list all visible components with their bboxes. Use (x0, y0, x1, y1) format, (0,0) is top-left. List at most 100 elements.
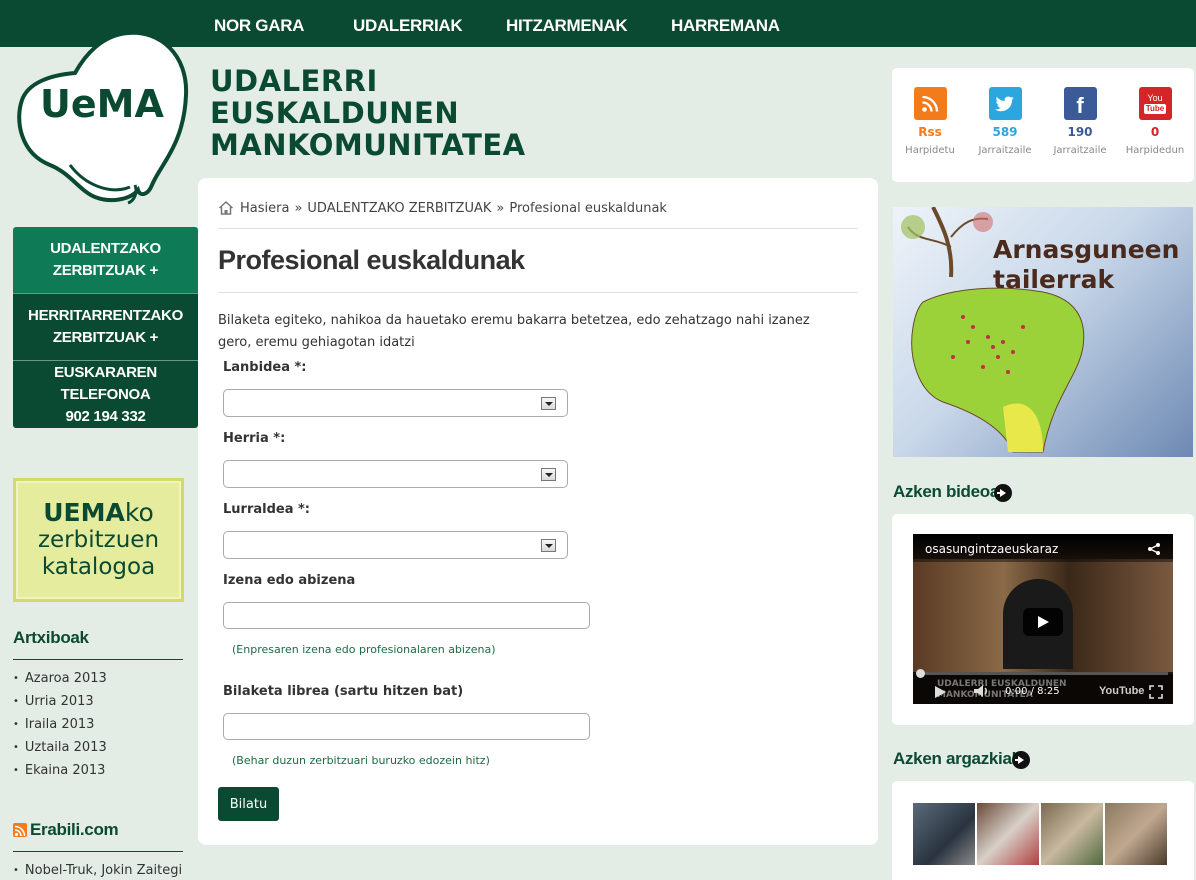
erabili-list: Nobel-Truk, Jokin Zaitegi (13, 863, 182, 880)
divider (218, 228, 858, 229)
nav-nor-gara[interactable]: NOR GARA (214, 16, 304, 36)
progress-handle[interactable] (916, 669, 925, 678)
volume-icon[interactable] (973, 684, 991, 698)
site-title-line: MANKOMUNITATEA (210, 128, 526, 162)
site-title-line: EUSKALDUNEN (210, 96, 460, 130)
archive-link[interactable]: Azaroa 2013 (13, 671, 107, 694)
librea-input[interactable] (223, 713, 590, 740)
archive-link[interactable]: Uztaila 2013 (13, 740, 107, 763)
fullscreen-icon[interactable] (1149, 685, 1163, 699)
social-label: Harpidetu (905, 145, 955, 156)
social-count: 589 (992, 125, 1018, 139)
logo-text: UeMA (40, 82, 164, 126)
chevron-down-icon (541, 397, 556, 410)
progress-bar[interactable] (918, 672, 1168, 675)
lanbidea-label: Lanbidea *: (223, 360, 307, 375)
banner-title-line: tailerrak (993, 265, 1115, 294)
catalog-line-1: UEMAko (43, 499, 154, 527)
izena-hint: (Enpresaren izena edo profesionalaren ab… (232, 643, 496, 656)
archive-link[interactable]: Iraila 2013 (13, 717, 107, 740)
librea-hint: (Behar duzun zerbitzuari buruzko edozein… (232, 754, 490, 767)
latest-photos-heading: Azken argazkiak (893, 749, 1021, 768)
site-title-line: UDALERRI (210, 64, 378, 98)
rss-icon (13, 823, 27, 837)
search-button[interactable]: Bilatu (218, 787, 279, 821)
menu-udalentzako-zerbitzuak[interactable]: UDALENTZAKO ZERBITZUAK + (13, 227, 198, 294)
social-label: Jarraitzaile (978, 145, 1032, 156)
breadcrumb-separator: » (496, 200, 505, 216)
arrow-right-circle-icon[interactable] (994, 484, 1012, 502)
social-count: 190 (1067, 125, 1093, 139)
social-rss[interactable]: Rss Harpidetu (890, 87, 970, 156)
left-menu: UDALENTZAKO ZERBITZUAK + HERRITARRENTZAK… (13, 227, 198, 428)
breadcrumb-separator: » (294, 200, 303, 216)
herria-label: Herria *: (223, 431, 286, 446)
archives-list: Azaroa 2013 Urria 2013 Iraila 2013 Uztai… (13, 671, 107, 786)
youtube-logo[interactable]: YouTube (1099, 685, 1144, 697)
photo-thumbnail[interactable] (913, 803, 975, 865)
play-icon[interactable] (935, 686, 946, 698)
breadcrumb-current: Profesional euskaldunak (509, 200, 667, 216)
arrow-right-circle-icon[interactable] (1012, 751, 1030, 769)
nav-hitzarmenak[interactable]: HITZARMENAK (506, 16, 628, 36)
youtube-icon: You Tube (1138, 87, 1172, 120)
social-label: Jarraitzaile (1053, 145, 1107, 156)
librea-label: Bilaketa librea (sartu hitzen bat) (223, 684, 464, 699)
social-count: 0 (1150, 125, 1160, 139)
lurraldea-select[interactable] (223, 531, 568, 559)
archive-link[interactable]: Urria 2013 (13, 694, 107, 717)
photos-box (892, 781, 1194, 880)
nav-udalerriak[interactable]: UDALERRIAK (353, 16, 463, 36)
menu-euskararen-telefonoa[interactable]: EUSKARAREN TELEFONOA 902 194 332 (13, 361, 198, 428)
archive-link[interactable]: Ekaina 2013 (13, 763, 107, 786)
social-youtube[interactable]: You Tube 0 Harpidedun (1115, 87, 1195, 156)
video-title[interactable]: osasungintzaeuskaraz (925, 542, 1058, 556)
photo-thumbnail[interactable] (1041, 803, 1103, 865)
chevron-down-icon (541, 539, 556, 552)
banner-title: Arnasguneen tailerrak (993, 235, 1179, 295)
main-content: Hasiera » UDALENTZAKO ZERBITZUAK » Profe… (198, 178, 878, 845)
herria-select[interactable] (223, 460, 568, 488)
catalog-banner[interactable]: UEMAko zerbitzuen katalogoa (13, 478, 184, 602)
izena-label: Izena edo abizena (223, 573, 356, 588)
lurraldea-label: Lurraldea *: (223, 502, 311, 517)
nav-harremana[interactable]: HARREMANA (671, 16, 780, 36)
site-title: UDALERRI EUSKALDUNEN MANKOMUNITATEA (210, 65, 526, 161)
uema-logo-graphic: UeMA (17, 30, 189, 205)
breadcrumb-home[interactable]: Hasiera (240, 201, 289, 216)
social-count: Rss (918, 125, 942, 139)
arnasguneen-banner[interactable]: Arnasguneen tailerrak (893, 207, 1193, 457)
photo-thumbnail[interactable] (1105, 803, 1167, 865)
izena-input[interactable] (223, 602, 590, 629)
photo-thumbnail[interactable] (977, 803, 1039, 865)
rss-icon (913, 87, 947, 120)
twitter-icon (988, 87, 1022, 120)
social-label: Harpidedun (1125, 145, 1185, 156)
play-icon (1038, 616, 1049, 628)
intro-text: Bilaketa egiteko, nahikoa da hauetako er… (218, 313, 810, 350)
divider (218, 292, 858, 293)
video-box: osasungintzaeuskaraz UDALERRI EUSKALDUNE… (892, 514, 1194, 725)
chevron-down-icon (541, 468, 556, 481)
site-logo[interactable]: UeMA (10, 25, 190, 210)
divider (13, 851, 183, 852)
share-icon[interactable] (1147, 542, 1161, 556)
catalog-line-2: zerbitzuen (37, 527, 160, 553)
play-button[interactable] (1023, 608, 1063, 636)
video-player[interactable]: osasungintzaeuskaraz UDALERRI EUSKALDUNE… (913, 534, 1173, 704)
divider (13, 659, 183, 660)
breadcrumb: Hasiera » UDALENTZAKO ZERBITZUAK » Profe… (218, 200, 667, 216)
video-time: 0:00 / 8:25 (1005, 686, 1060, 697)
erabili-link[interactable]: Nobel-Truk, Jokin Zaitegi (13, 863, 182, 880)
catalog-line-3: katalogoa (41, 554, 156, 580)
lanbidea-select[interactable] (223, 389, 568, 417)
archives-heading: Artxiboak (13, 628, 89, 647)
menu-herritarrentzako-zerbitzuak[interactable]: HERRITARRENTZAKO ZERBITZUAK + (13, 294, 198, 361)
breadcrumb-section[interactable]: UDALENTZAKO ZERBITZUAK (307, 201, 491, 216)
social-twitter[interactable]: 589 Jarraitzaile (965, 87, 1045, 156)
catalog-brand: UEMA (43, 498, 125, 527)
home-icon[interactable] (218, 200, 234, 216)
erabili-heading[interactable]: Erabili.com (30, 820, 119, 840)
social-facebook[interactable]: f 190 Jarraitzaile (1040, 87, 1120, 156)
catalog-suffix: ko (124, 498, 154, 527)
